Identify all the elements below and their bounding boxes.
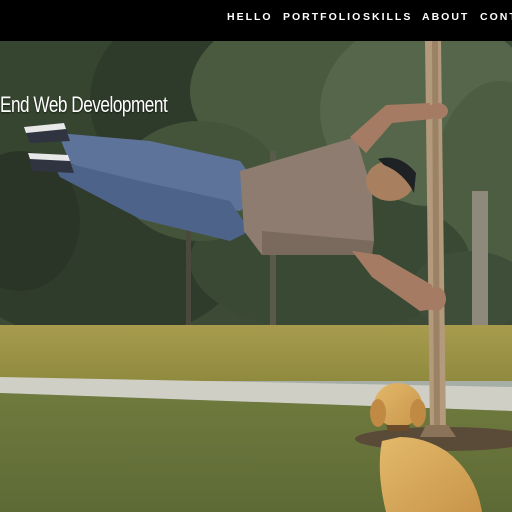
hero-title: End Web Development	[0, 92, 168, 117]
hero-section: End Web Development	[0, 41, 512, 512]
nav-link-skills[interactable]: SKILLS	[363, 11, 412, 23]
nav-link-contact[interactable]: CONTA	[480, 11, 512, 23]
nav-link-hello[interactable]: HELLO	[227, 11, 273, 23]
nav-link-about[interactable]: ABOUT	[422, 11, 469, 23]
top-navigation-bar: HELLO PORTFOLIO SKILLS ABOUT CONTA	[0, 0, 512, 41]
nav-link-portfolio[interactable]: PORTFOLIO	[283, 11, 362, 23]
